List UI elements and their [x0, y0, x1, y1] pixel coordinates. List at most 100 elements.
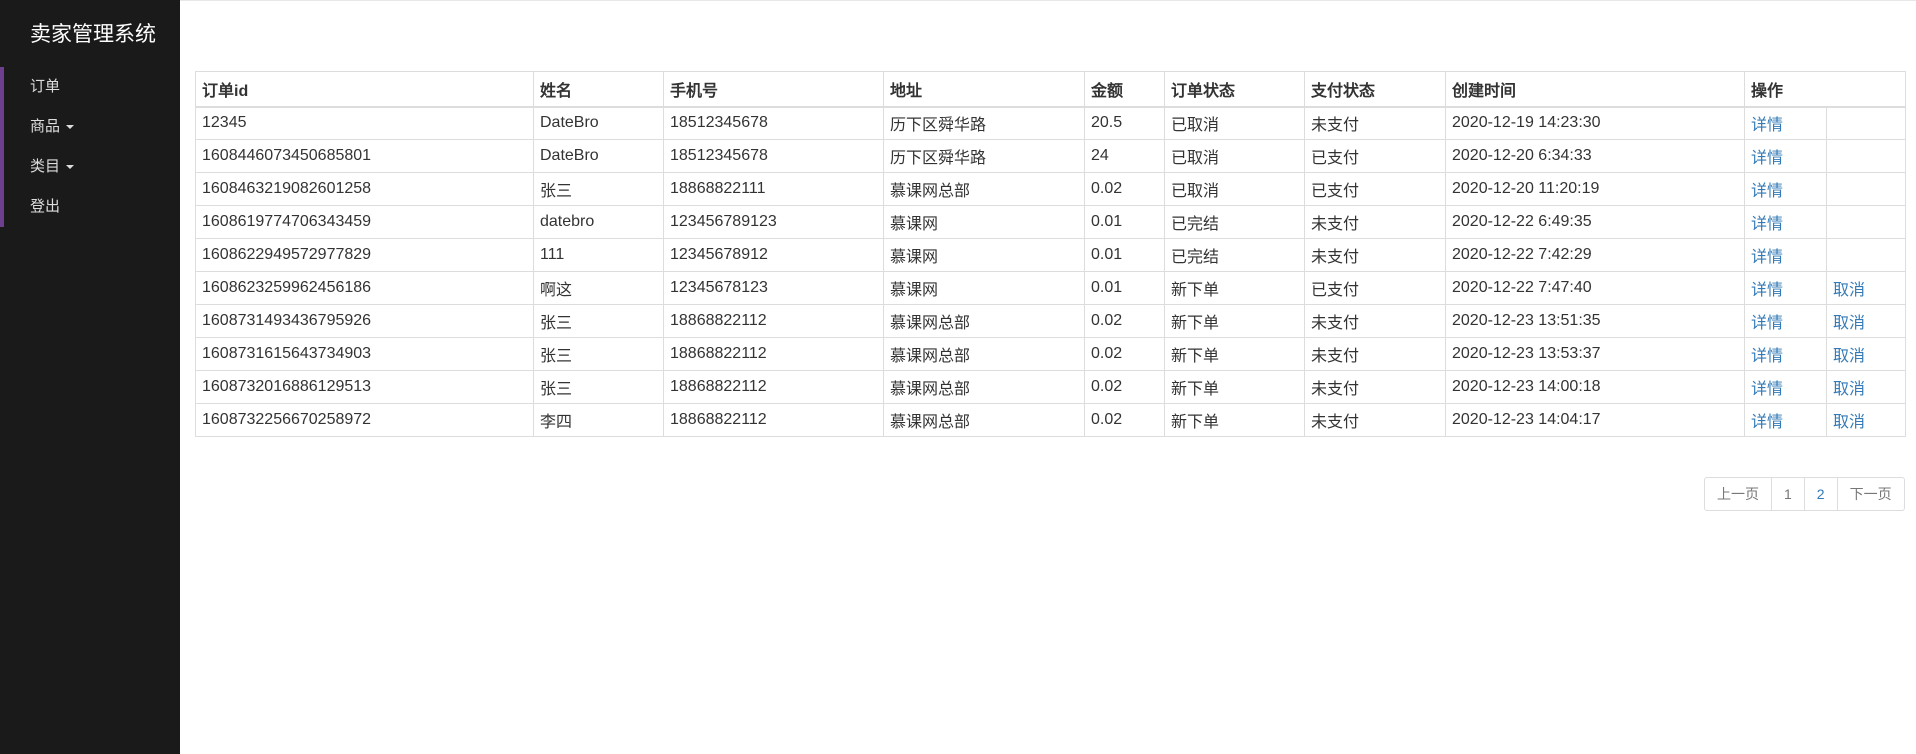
cell-detail: 详情 — [1744, 337, 1827, 371]
detail-link[interactable]: 详情 — [1751, 282, 1783, 299]
detail-link[interactable]: 详情 — [1751, 414, 1783, 431]
top-divider — [0, 0, 1916, 1]
cell-detail: 详情 — [1744, 403, 1827, 437]
cell-amount: 0.01 — [1084, 205, 1165, 239]
nav-products[interactable]: 商品 — [4, 107, 180, 147]
nav-products-label: 商品 — [30, 118, 61, 135]
cell-name: 啊这 — [533, 271, 664, 305]
detail-link[interactable]: 详情 — [1751, 315, 1783, 332]
cell-order-id: 12345 — [195, 106, 534, 140]
cell-order-id: 1608463219082601258 — [195, 172, 534, 206]
cell-pay-status: 已支付 — [1304, 172, 1446, 206]
cell-cancel: 取消 — [1825, 271, 1907, 305]
pagination-page-2[interactable]: 2 — [1803, 477, 1838, 511]
cell-order-id: 1608619774706343459 — [195, 205, 534, 239]
detail-link[interactable]: 详情 — [1751, 381, 1783, 398]
cell-order-status: 已完结 — [1164, 238, 1305, 272]
cancel-link[interactable]: 取消 — [1833, 282, 1865, 299]
cell-detail: 详情 — [1744, 271, 1827, 305]
cell-detail: 详情 — [1744, 205, 1827, 239]
cell-pay-status: 未支付 — [1304, 337, 1446, 371]
header-pay-status: 支付状态 — [1304, 71, 1446, 108]
table-row: 1608619774706343459 datebro 123456789123 慕课… — [195, 205, 1907, 239]
nav-orders[interactable]: 订单 — [4, 67, 180, 107]
table-row: 1608622949572977829 111 12345678912 慕课网 0.01… — [195, 238, 1907, 272]
cancel-link[interactable]: 取消 — [1833, 348, 1865, 365]
cell-address: 历下区舜华路 — [883, 106, 1085, 140]
cell-detail: 详情 — [1744, 238, 1827, 272]
cell-amount: 24 — [1084, 139, 1165, 173]
caret-down-icon — [66, 165, 75, 170]
cell-created-time: 2020-12-22 7:42:29 — [1445, 238, 1745, 272]
cell-phone: 18868822112 — [663, 403, 884, 437]
header-address: 地址 — [883, 71, 1085, 108]
nav-orders-label: 订单 — [30, 78, 61, 95]
header-amount: 金额 — [1084, 71, 1165, 108]
detail-link[interactable]: 详情 — [1751, 183, 1783, 200]
detail-link[interactable]: 详情 — [1751, 348, 1783, 365]
cell-order-status: 新下单 — [1164, 370, 1305, 404]
pagination-page-1[interactable]: 1 — [1771, 477, 1805, 511]
detail-link[interactable]: 详情 — [1751, 117, 1783, 134]
header-actions: 操作 — [1743, 71, 1907, 108]
cell-order-id: 1608732016886129513 — [195, 370, 534, 404]
nav-logout-label: 登出 — [30, 198, 61, 215]
header-name: 姓名 — [533, 71, 664, 108]
cell-order-id: 1608731615643734903 — [195, 337, 534, 371]
sidebar-nav: 订单 商品 类目 登出 — [0, 67, 180, 227]
table-body: 12345 DateBro 18512345678 历下区舜华路 20.5 已取消 未支付 2… — [195, 106, 1907, 437]
cell-detail: 详情 — [1744, 172, 1827, 206]
table-row: 1608732016886129513 张三 18868822112 慕课网总部 0.0… — [195, 370, 1907, 404]
cell-detail: 详情 — [1744, 370, 1827, 404]
cell-amount: 0.02 — [1084, 172, 1165, 206]
cell-address: 慕课网总部 — [883, 370, 1085, 404]
cell-phone: 18868822112 — [663, 304, 884, 338]
table-row: 1608463219082601258 张三 18868822111 慕课网总部 0.0… — [195, 172, 1907, 206]
cancel-link[interactable]: 取消 — [1833, 381, 1865, 398]
cell-order-status: 已取消 — [1164, 106, 1305, 140]
nav-logout[interactable]: 登出 — [4, 187, 180, 227]
nav-categories[interactable]: 类目 — [4, 147, 180, 187]
cell-phone: 18868822112 — [663, 337, 884, 371]
table-row: 1608732256670258972 李四 18868822112 慕课网总部 0.0… — [195, 403, 1907, 437]
pagination-prev[interactable]: 上一页 — [1704, 477, 1772, 511]
cell-amount: 0.02 — [1084, 370, 1165, 404]
orders-table-container: 订单id 姓名 手机号 地址 金额 订单状态 支付状态 创建时间 操作 1234… — [195, 71, 1907, 437]
cell-phone: 18868822112 — [663, 370, 884, 404]
cell-cancel: 取消 — [1825, 304, 1907, 338]
cell-name: DateBro — [533, 139, 664, 173]
table-row: 1608623259962456186 啊这 12345678123 慕课网 0.01 新… — [195, 271, 1907, 305]
cell-address: 慕课网 — [883, 271, 1085, 305]
cell-name: 张三 — [533, 304, 664, 338]
header-created-time: 创建时间 — [1445, 71, 1745, 108]
detail-link[interactable]: 详情 — [1751, 249, 1783, 266]
pagination-next[interactable]: 下一页 — [1836, 477, 1905, 511]
orders-table: 订单id 姓名 手机号 地址 金额 订单状态 支付状态 创建时间 操作 1234… — [195, 71, 1907, 437]
cell-pay-status: 已支付 — [1304, 271, 1446, 305]
cell-cancel: 取消 — [1825, 337, 1907, 371]
cell-address: 慕课网 — [883, 238, 1085, 272]
detail-link[interactable]: 详情 — [1751, 216, 1783, 233]
cell-amount: 0.01 — [1084, 238, 1165, 272]
cell-address: 慕课网总部 — [883, 172, 1085, 206]
cell-phone: 123456789123 — [663, 205, 884, 239]
cancel-link[interactable]: 取消 — [1833, 315, 1865, 332]
table-row: 1608731615643734903 张三 18868822112 慕课网总部 0.0… — [195, 337, 1907, 371]
cell-cancel — [1825, 139, 1907, 173]
cell-address: 慕课网总部 — [883, 403, 1085, 437]
cell-name: 张三 — [533, 337, 664, 371]
cell-name: 111 — [533, 238, 664, 272]
cell-amount: 20.5 — [1084, 106, 1165, 140]
cell-created-time: 2020-12-23 14:00:18 — [1445, 370, 1745, 404]
cell-amount: 0.01 — [1084, 271, 1165, 305]
nav-categories-label: 类目 — [30, 158, 61, 175]
cell-name: 李四 — [533, 403, 664, 437]
cell-address: 历下区舜华路 — [883, 139, 1085, 173]
caret-down-icon — [66, 125, 75, 130]
cell-phone: 12345678123 — [663, 271, 884, 305]
detail-link[interactable]: 详情 — [1751, 150, 1783, 167]
cancel-link[interactable]: 取消 — [1833, 414, 1865, 431]
brand-title: 卖家管理系统 — [30, 23, 156, 46]
cell-phone: 18868822111 — [663, 172, 884, 206]
cell-order-status: 新下单 — [1164, 271, 1305, 305]
